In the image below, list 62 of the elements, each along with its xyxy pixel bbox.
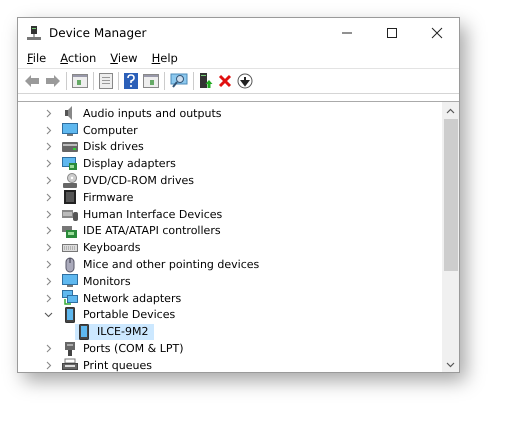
computer-tower-icon [27, 26, 41, 40]
tree-item[interactable]: Ports (COM & LPT) [61, 340, 190, 357]
display-card-icon [62, 156, 78, 172]
network-monitors-icon [62, 290, 78, 306]
download-circle-icon[interactable] [237, 73, 253, 89]
expand-chevron-icon[interactable] [44, 360, 53, 370]
help-icon[interactable] [124, 73, 138, 89]
menu-item[interactable]: Action [60, 51, 96, 65]
expand-chevron-icon[interactable] [44, 176, 53, 186]
tree-item[interactable]: Firmware [61, 189, 140, 206]
monitor-search-icon[interactable] [170, 73, 188, 89]
tree-item[interactable]: Display adapters [61, 156, 182, 172]
add-driver-icon[interactable] [199, 73, 213, 89]
scroll-down-icon[interactable] [446, 362, 455, 368]
expand-chevron-icon[interactable] [44, 276, 53, 286]
window-title: Device Manager [49, 26, 146, 40]
window-icon[interactable] [72, 74, 88, 88]
plug-icon [62, 340, 78, 357]
close-icon[interactable] [431, 27, 443, 39]
tree-item[interactable]: Audio inputs and outputs [61, 105, 228, 122]
expand-chevron-icon[interactable] [44, 210, 53, 219]
tree-item[interactable]: Portable Devices [61, 306, 182, 323]
expand-chevron-icon[interactable] [44, 126, 53, 135]
expand-chevron-icon[interactable] [44, 226, 53, 236]
back-arrow-icon[interactable] [24, 74, 40, 88]
tree-item[interactable]: DVD/CD-ROM drives [61, 172, 200, 189]
maximize-icon[interactable] [386, 27, 398, 39]
menu-item[interactable]: File [27, 51, 46, 65]
expand-chevron-icon[interactable] [44, 108, 53, 118]
tree-item[interactable]: Network adapters [61, 290, 188, 306]
expand-chevron-icon[interactable] [44, 243, 53, 252]
monitor-icon [62, 273, 78, 290]
menu-item[interactable]: Help [152, 51, 178, 65]
tree-item[interactable]: Disk drives [61, 138, 150, 155]
chip-icon [62, 189, 78, 206]
tree-item[interactable]: IDE ATA/ATAPI controllers [61, 222, 227, 239]
delete-icon[interactable] [218, 74, 232, 88]
properties-sheet-icon[interactable] [99, 73, 113, 89]
expand-chevron-icon[interactable] [44, 344, 53, 354]
phone-icon [76, 324, 92, 340]
expand-chevron-icon[interactable] [44, 294, 53, 303]
disc-drive-icon [62, 172, 78, 189]
tree-item[interactable]: Monitors [61, 273, 137, 290]
tree-item[interactable]: ILCE-9M2 [75, 324, 154, 340]
scrollbar-thumb[interactable] [444, 119, 458, 271]
vertical-scrollbar[interactable] [442, 102, 459, 372]
tree-item[interactable]: Keyboards [61, 240, 146, 256]
monitor-icon [62, 122, 78, 138]
tree-item[interactable]: Human Interface Devices [61, 206, 228, 222]
expand-chevron-icon[interactable] [44, 142, 53, 152]
scroll-up-icon[interactable] [446, 108, 455, 114]
expand-chevron-icon[interactable] [44, 310, 53, 320]
expand-chevron-icon[interactable] [44, 159, 53, 168]
window-icon[interactable] [143, 74, 159, 88]
expand-chevron-icon[interactable] [44, 192, 53, 202]
expand-chevron-icon[interactable] [44, 260, 53, 270]
menu-item[interactable]: View [110, 51, 138, 65]
phone-icon [62, 306, 78, 323]
forward-arrow-icon[interactable] [45, 74, 61, 88]
tree-item[interactable]: Computer [61, 122, 144, 138]
tree-item[interactable]: Mice and other pointing devices [61, 256, 266, 273]
tree-item[interactable]: Print queues [61, 357, 158, 372]
